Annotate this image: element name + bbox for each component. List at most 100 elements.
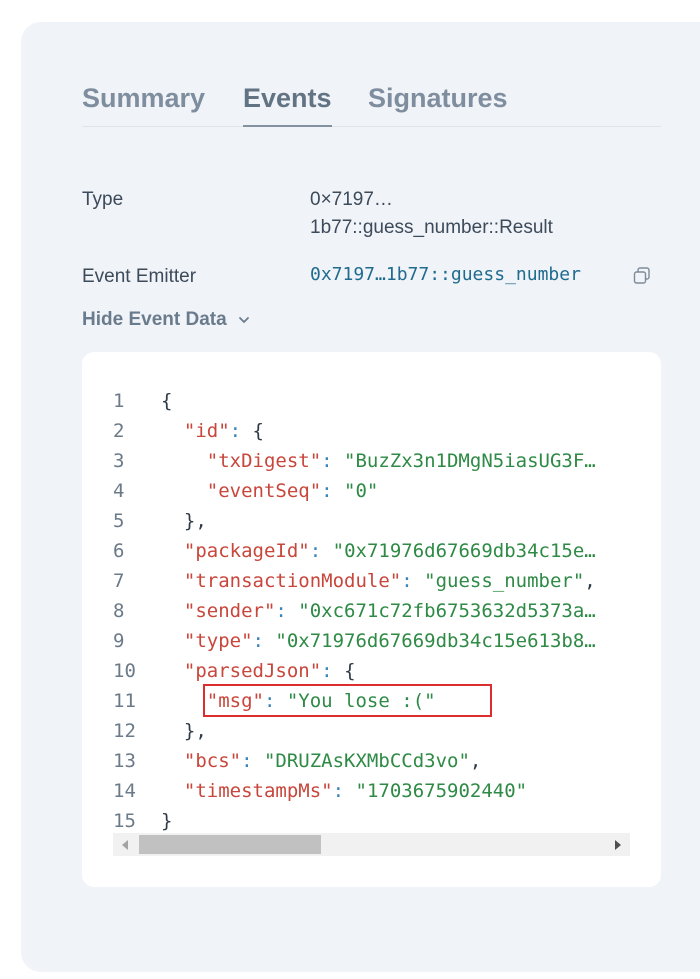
code-token: "timestampMs" [183,780,333,802]
tab-signatures[interactable]: Signatures [368,78,508,118]
code-token: "DRUZAsKXMbCCd3vo" [263,750,470,772]
code-token: "eventSeq" [206,480,322,502]
code-token: "packageId" [183,540,310,562]
code-token: "sender" [183,600,276,622]
code-token: : [275,600,299,622]
code-token: }, [161,720,207,742]
code-text: "timestampMs": "1703675902440" [161,776,527,806]
event-emitter-link[interactable]: 0x7197…1b77::guess_number [310,264,581,285]
code-token: : [332,780,356,802]
code-line: 5 }, [82,506,630,536]
code-token: } [161,810,173,832]
code-token: "type" [183,630,253,652]
code-token: "1703675902440" [355,780,528,802]
tab-summary[interactable]: Summary [82,78,205,118]
code-text: "packageId": "0x71976d67669db34c15e… [161,536,596,566]
code-line: 10 "parsedJson": { [82,656,630,686]
tab-events-label: Events [243,83,332,113]
code-line: 4 "eventSeq": "0" [82,476,630,506]
code-token: "0x71976d67669db34c15e613b8… [275,630,596,652]
line-number: 1 [113,390,125,412]
line-number: 13 [113,750,136,772]
horizontal-scrollbar[interactable] [113,833,630,856]
code-line: 14 "timestampMs": "1703675902440" [82,776,630,806]
code-text: "eventSeq": "0" [161,476,379,506]
line-number: 14 [113,780,136,802]
code-text: "id": { [161,416,264,446]
code-line: 8 "sender": "0xc671c72fb6753632d5373a… [82,596,630,626]
scroll-right-arrow-icon[interactable] [615,840,621,850]
code-text: "parsedJson": { [161,656,356,686]
tab-bar: Summary Events Signatures [82,78,661,127]
type-value: 0×7197… 1b77::guess_number::Result [310,186,553,242]
code-token: : [241,750,264,772]
line-number: 7 [113,570,125,592]
event-emitter-label: Event Emitter [82,266,197,287]
line-number: 8 [113,600,125,622]
code-token: "0" [344,480,379,502]
code-line: 6 "packageId": "0x71976d67669db34c15e… [82,536,630,566]
line-number: 5 [113,510,125,532]
code-token: : [321,480,345,502]
line-number: 12 [113,720,136,742]
code-text: "type": "0x71976d67669db34c15e613b8… [161,626,596,656]
code-line: 9 "type": "0x71976d67669db34c15e613b8… [82,626,630,656]
tab-events[interactable]: Events [243,78,332,127]
code-token: "0x71976d67669db34c15e… [332,540,596,562]
code-token: { [161,390,173,412]
code-token: "bcs" [183,750,242,772]
type-label: Type [82,189,124,210]
line-number: 3 [113,450,125,472]
code-token: "transactionModule" [183,570,402,592]
code-token: "id" [183,420,230,442]
code-line: 3 "txDigest": "BuzZx3n1DMgN5iasUG3F… [82,446,630,476]
type-value-line1: 0×7197… [310,189,393,210]
code-token: "0xc671c72fb6753632d5373a… [298,600,596,622]
code-token: { [252,420,264,442]
code-token: : [401,570,425,592]
active-tab-indicator [243,125,332,127]
code-token: : [229,420,253,442]
code-text: } [161,806,172,836]
line-number: 15 [113,810,136,832]
event-data-code-block: 1{2 "id": {3 "txDigest": "BuzZx3n1DMgN5i… [82,352,661,887]
code-text: { [161,386,172,416]
scrollbar-thumb[interactable] [139,835,321,854]
code-token: : [321,450,345,472]
scroll-left-arrow-icon[interactable] [122,840,128,850]
copy-icon[interactable] [632,266,652,286]
code-line: 2 "id": { [82,416,630,446]
chevron-down-icon [239,317,249,323]
json-code-view[interactable]: 1{2 "id": {3 "txDigest": "BuzZx3n1DMgN5i… [82,386,630,836]
code-token: "parsedJson" [183,660,322,682]
code-token: "txDigest" [206,450,322,472]
highlight-box [203,684,492,717]
code-token: }, [161,510,207,532]
line-number: 9 [113,630,125,652]
code-line: 13 "bcs": "DRUZAsKXMbCCd3vo", [82,746,630,776]
code-token: { [344,660,356,682]
code-token: , [469,750,482,772]
code-text: }, [161,506,207,536]
code-token: "guess_number" [424,570,585,592]
code-line: 7 "transactionModule": "guess_number", [82,566,630,596]
line-number: 2 [113,420,125,442]
code-line: 12 }, [82,716,630,746]
hide-event-data-label: Hide Event Data [82,309,227,330]
code-line: 1{ [82,386,630,416]
line-number: 6 [113,540,125,562]
code-token: "BuzZx3n1DMgN5iasUG3F… [344,450,596,472]
code-token: , [584,570,596,592]
hide-event-data-toggle[interactable]: Hide Event Data [82,309,250,331]
